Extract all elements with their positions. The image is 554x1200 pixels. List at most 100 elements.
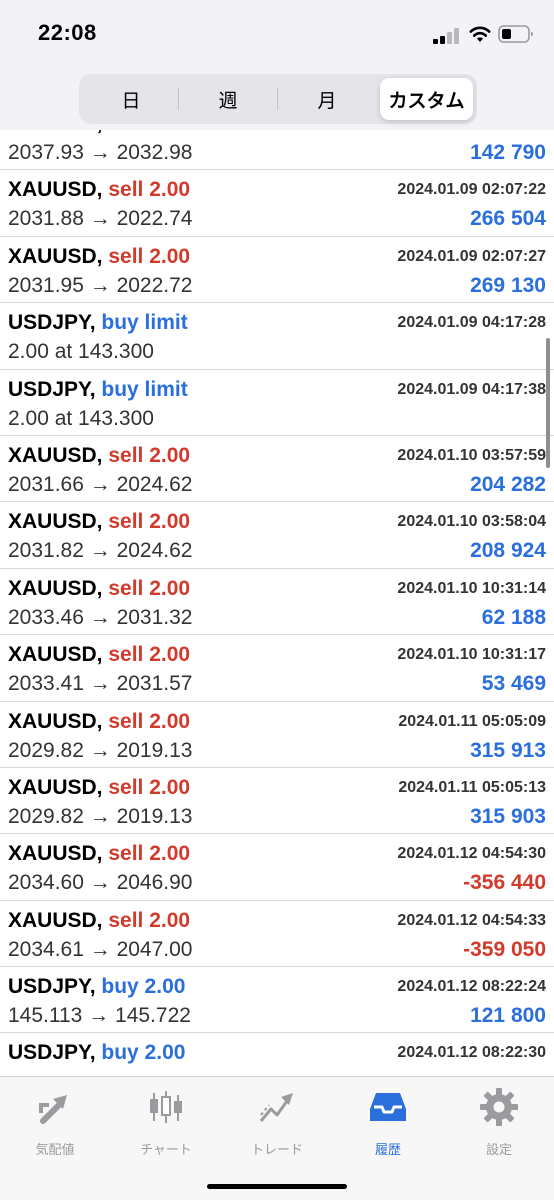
history-list[interactable]: XAUUSD, sell 2.00 2037.93 → 2032.98 142 79…	[0, 130, 554, 1076]
period-filter-bar: 日 週 月 カスタム	[0, 70, 554, 130]
trade-profit: -359 050	[463, 937, 546, 961]
history-row[interactable]: XAUUSD, sell 2.00 2037.93 → 2032.98 142 79…	[0, 130, 554, 171]
trade-side: sell 2.00	[108, 643, 191, 667]
tab-settings[interactable]: 設定	[449, 1087, 549, 1161]
trade-side: buy limit	[101, 377, 188, 401]
symbol-name: XAUUSD,	[8, 510, 103, 534]
trade-detail: 2029.82 → 2019.13	[8, 804, 193, 828]
trade-profit: 266 504	[470, 207, 546, 231]
history-row[interactable]: XAUUSD, sell 2.00 2024.01.09 02:07:22 2031…	[0, 170, 554, 237]
trade-side: buy 2.00	[101, 1041, 186, 1065]
symbol-name: XAUUSD,	[8, 775, 103, 799]
trade-datetime: 2024.01.10 03:58:04	[397, 513, 546, 531]
trade-trend-icon	[259, 1093, 293, 1122]
trade-detail: 2031.88 → 2022.74	[8, 207, 193, 231]
trade-profit: 62 188	[481, 605, 546, 629]
trade-profit: 204 282	[470, 472, 546, 496]
trade-detail: 145.113 → 145.722	[8, 1004, 191, 1028]
history-row[interactable]: XAUUSD, sell 2.00 2024.01.10 03:58:04 2031…	[0, 502, 554, 569]
history-row[interactable]: XAUUSD, sell 2.00 2024.01.10 10:31:14 2033…	[0, 569, 554, 636]
trade-detail: 2033.46 → 2031.32	[8, 605, 193, 629]
trade-detail: 2.00 at 143.300	[8, 406, 154, 430]
segment-custom[interactable]: カスタム	[380, 78, 473, 120]
history-row[interactable]: USDJPY, buy limit 2024.01.09 04:17:38 2.00…	[0, 370, 554, 436]
symbol-name: XAUUSD,	[8, 842, 103, 866]
symbol-name: XAUUSD,	[8, 178, 103, 202]
history-row[interactable]: XAUUSD, sell 2.00 2024.01.11 05:05:09 2029…	[0, 702, 554, 768]
trade-detail: 2.00 at 143.300	[8, 340, 154, 364]
trade-detail: 2029.82 → 2019.13	[8, 738, 193, 762]
trade-symbol: XAUUSD, sell 2.00	[8, 130, 190, 136]
scrollbar[interactable]	[546, 338, 550, 468]
tab-chart[interactable]: チャート	[116, 1087, 216, 1161]
trade-detail: 2034.61 → 2047.00	[8, 937, 193, 961]
symbol-name: USDJPY,	[8, 975, 96, 999]
trade-detail: 2031.82 → 2024.62	[8, 539, 193, 563]
candlestick-chart-icon	[150, 1091, 182, 1123]
trade-detail: 2037.93 → 2032.98	[8, 141, 193, 164]
trade-side: sell 2.00	[108, 510, 191, 534]
symbol-name: USDJPY,	[8, 377, 96, 401]
trade-symbol: USDJPY, buy 2.00	[8, 1041, 185, 1065]
trade-side: sell 2.00	[108, 842, 191, 866]
trade-symbol: USDJPY, buy 2.00	[8, 975, 185, 999]
trade-datetime: 2024.01.09 02:07:27	[397, 247, 546, 265]
tab-history[interactable]: 履歴	[338, 1087, 438, 1161]
status-bar: 22:08	[0, 0, 554, 70]
segment-day[interactable]: 日	[83, 78, 179, 120]
symbol-name: USDJPY,	[8, 1041, 96, 1065]
trade-detail: 2031.95 → 2022.72	[8, 273, 193, 297]
trade-side: sell 2.00	[108, 576, 191, 600]
tab-quotes[interactable]: 気配値	[5, 1087, 105, 1161]
trade-symbol: XAUUSD, sell 2.00	[8, 510, 190, 534]
trade-profit: 121 800	[470, 1004, 546, 1028]
trade-datetime: 2024.01.09 04:17:38	[397, 380, 546, 398]
symbol-name: XAUUSD,	[8, 643, 103, 667]
history-row[interactable]: XAUUSD, sell 2.00 2024.01.11 05:05:13 2029…	[0, 768, 554, 835]
segment-week[interactable]: 週	[179, 78, 277, 120]
trade-datetime: 2024.01.11 05:05:13	[398, 778, 546, 796]
history-row[interactable]: XAUUSD, sell 2.00 2024.01.10 10:31:17 2033…	[0, 635, 554, 702]
tab-quotes-label: 気配値	[35, 1142, 75, 1157]
history-row[interactable]: USDJPY, buy 2.00 2024.01.12 08:22:30	[0, 1033, 554, 1076]
history-row[interactable]: XAUUSD, sell 2.00 2024.01.09 02:07:27 2031…	[0, 237, 554, 304]
history-row[interactable]: USDJPY, buy limit 2024.01.09 04:17:28 2.00…	[0, 303, 554, 370]
trade-side: sell 2.00	[108, 443, 191, 467]
history-row[interactable]: XAUUSD, sell 2.00 2024.01.10 03:57:59 2031…	[0, 436, 554, 503]
trade-side: sell 2.00	[108, 908, 191, 932]
symbol-name: XAUUSD,	[8, 709, 103, 733]
home-indicator	[207, 1184, 347, 1189]
trade-datetime: 2024.01.12 08:22:30	[397, 1044, 546, 1062]
trade-symbol: USDJPY, buy limit	[8, 311, 188, 335]
period-segmented-control: 日 週 月 カスタム	[79, 74, 477, 124]
tab-settings-label: 設定	[485, 1142, 512, 1157]
trade-datetime: 2024.01.11 05:05:09	[398, 712, 546, 730]
trade-side: buy limit	[101, 311, 188, 335]
trade-side: sell 2.00	[108, 709, 191, 733]
trade-profit: 269 130	[470, 273, 546, 297]
trade-symbol: XAUUSD, sell 2.00	[8, 178, 190, 202]
symbol-name: XAUUSD,	[8, 130, 103, 135]
history-row[interactable]: USDJPY, buy 2.00 2024.01.12 08:22:24 145.1…	[0, 967, 554, 1034]
status-time: 22:08	[38, 20, 97, 45]
trade-profit: 142 790	[470, 141, 546, 164]
history-inbox-icon	[370, 1093, 406, 1121]
tab-trade[interactable]: トレード	[227, 1087, 327, 1161]
segment-month[interactable]: 月	[278, 78, 376, 120]
trade-symbol: XAUUSD, sell 2.00	[8, 776, 190, 800]
tab-chart-label: チャート	[140, 1142, 192, 1157]
trade-symbol: XAUUSD, sell 2.00	[8, 909, 190, 933]
gear-icon	[480, 1088, 518, 1126]
battery-icon	[498, 25, 533, 43]
symbol-name: XAUUSD,	[8, 576, 103, 600]
history-row[interactable]: XAUUSD, sell 2.00 2024.01.12 04:54:30 2034…	[0, 834, 554, 901]
trade-datetime: 2024.01.12 04:54:33	[397, 911, 546, 929]
history-row[interactable]: XAUUSD, sell 2.00 2024.01.12 04:54:33 2034…	[0, 901, 554, 968]
trade-symbol: XAUUSD, sell 2.00	[8, 444, 190, 468]
trade-side: sell 2.00	[108, 244, 191, 268]
trade-profit: -356 440	[463, 871, 546, 895]
trade-datetime: 2024.01.10 03:57:59	[397, 446, 546, 464]
trade-symbol: XAUUSD, sell 2.00	[8, 577, 190, 601]
trade-profit: 208 924	[470, 539, 546, 563]
trade-symbol: XAUUSD, sell 2.00	[8, 710, 190, 734]
